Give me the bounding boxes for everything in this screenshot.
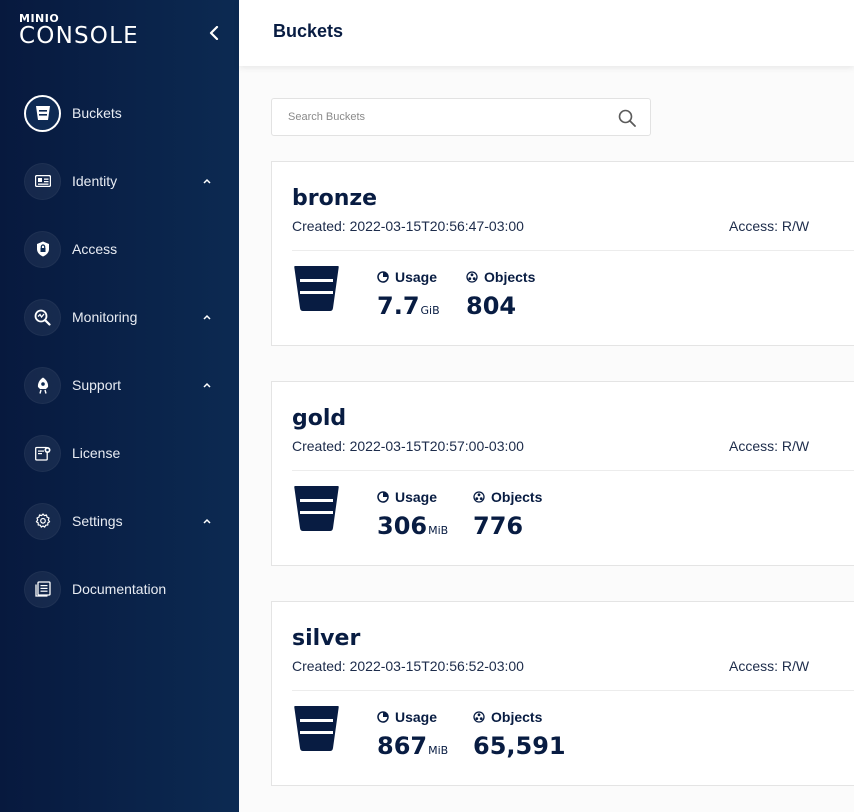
bucket-access: Access: R/W [729,438,810,454]
objects-value: 65,591 [473,732,566,760]
minio-console-logo[interactable]: MINIO CONSOLE [19,13,139,48]
card-divider [292,470,854,471]
sidebar: MINIO CONSOLE Buckets Identity Access Mo… [0,0,239,812]
monitoring-icon [24,298,61,336]
search-bar [271,98,651,136]
bucket-icon [294,706,339,751]
support-icon [24,366,61,404]
search-icon[interactable] [617,108,637,128]
objects-metric: Objects 804 [466,269,535,320]
usage-metric: Usage 867MiB [377,709,448,760]
id-card-icon [24,162,61,200]
sidebar-item-license[interactable]: License [24,434,224,472]
usage-label: Usage [395,269,438,285]
bucket-created-date: Created: 2022-03-15T20:57:00-03:00 [292,438,524,454]
usage-metric: Usage 7.7GiB [377,269,440,320]
objects-label: Objects [491,709,543,725]
bucket-name[interactable]: gold [292,406,346,431]
bucket-icon [24,94,61,132]
sidebar-item-label: Access [72,241,118,257]
search-input[interactable] [272,99,602,135]
pie-chart-icon [377,271,389,283]
usage-unit: MiB [428,744,449,757]
chevron-up-icon[interactable] [202,176,212,186]
objects-label: Objects [484,269,536,285]
sidebar-item-identity[interactable]: Identity [24,162,224,200]
sidebar-item-label: Support [72,377,122,393]
gear-icon [24,502,61,540]
sidebar-item-monitoring[interactable]: Monitoring [24,298,224,336]
objects-icon [466,271,478,283]
chevron-up-icon[interactable] [202,380,212,390]
sidebar-item-label: Monitoring [72,309,138,325]
sidebar-item-label: License [72,445,121,461]
objects-metric: Objects 776 [473,489,542,540]
objects-icon [473,711,485,723]
license-icon [24,434,61,472]
usage-metric: Usage 306MiB [377,489,448,540]
pie-chart-icon [377,491,389,503]
documentation-icon [24,570,61,608]
sidebar-item-settings[interactable]: Settings [24,502,224,540]
usage-label: Usage [395,489,438,505]
bucket-icon [294,266,339,311]
sidebar-item-support[interactable]: Support [24,366,224,404]
logo-console-text: CONSOLE [19,23,139,49]
bucket-card-silver[interactable]: silver Created: 2022-03-15T20:56:52-03:0… [271,601,854,786]
objects-metric: Objects 65,591 [473,709,566,760]
sidebar-item-label: Buckets [72,105,122,121]
bucket-name[interactable]: silver [292,626,360,651]
shield-lock-icon [24,230,61,268]
usage-value: 306 [377,512,428,540]
objects-icon [473,491,485,503]
usage-value: 7.7 [377,292,420,320]
usage-unit: MiB [428,524,449,537]
bucket-access: Access: R/W [729,218,810,234]
bucket-icon [294,486,339,531]
sidebar-item-label: Documentation [72,581,167,597]
page-header: Buckets [239,0,854,66]
usage-value: 867 [377,732,428,760]
bucket-name[interactable]: bronze [292,186,377,211]
bucket-created-date: Created: 2022-03-15T20:56:47-03:00 [292,218,524,234]
usage-unit: GiB [420,304,440,317]
sidebar-item-label: Settings [72,513,123,529]
objects-value: 804 [466,292,517,320]
bucket-access: Access: R/W [729,658,810,674]
chevron-left-icon [209,26,219,40]
usage-label: Usage [395,709,438,725]
objects-value: 776 [473,512,524,540]
chevron-up-icon[interactable] [202,516,212,526]
sidebar-item-buckets[interactable]: Buckets [24,94,224,132]
bucket-created-date: Created: 2022-03-15T20:56:52-03:00 [292,658,524,674]
card-divider [292,690,854,691]
sidebar-item-documentation[interactable]: Documentation [24,570,224,608]
bucket-card-bronze[interactable]: bronze Created: 2022-03-15T20:56:47-03:0… [271,161,854,346]
collapse-sidebar-button[interactable] [204,22,224,44]
sidebar-item-label: Identity [72,173,118,189]
card-divider [292,250,854,251]
sidebar-item-access[interactable]: Access [24,230,224,268]
objects-label: Objects [491,489,543,505]
pie-chart-icon [377,711,389,723]
bucket-card-gold[interactable]: gold Created: 2022-03-15T20:57:00-03:00 … [271,381,854,566]
chevron-up-icon[interactable] [202,312,212,322]
page-title: Buckets [273,21,344,41]
